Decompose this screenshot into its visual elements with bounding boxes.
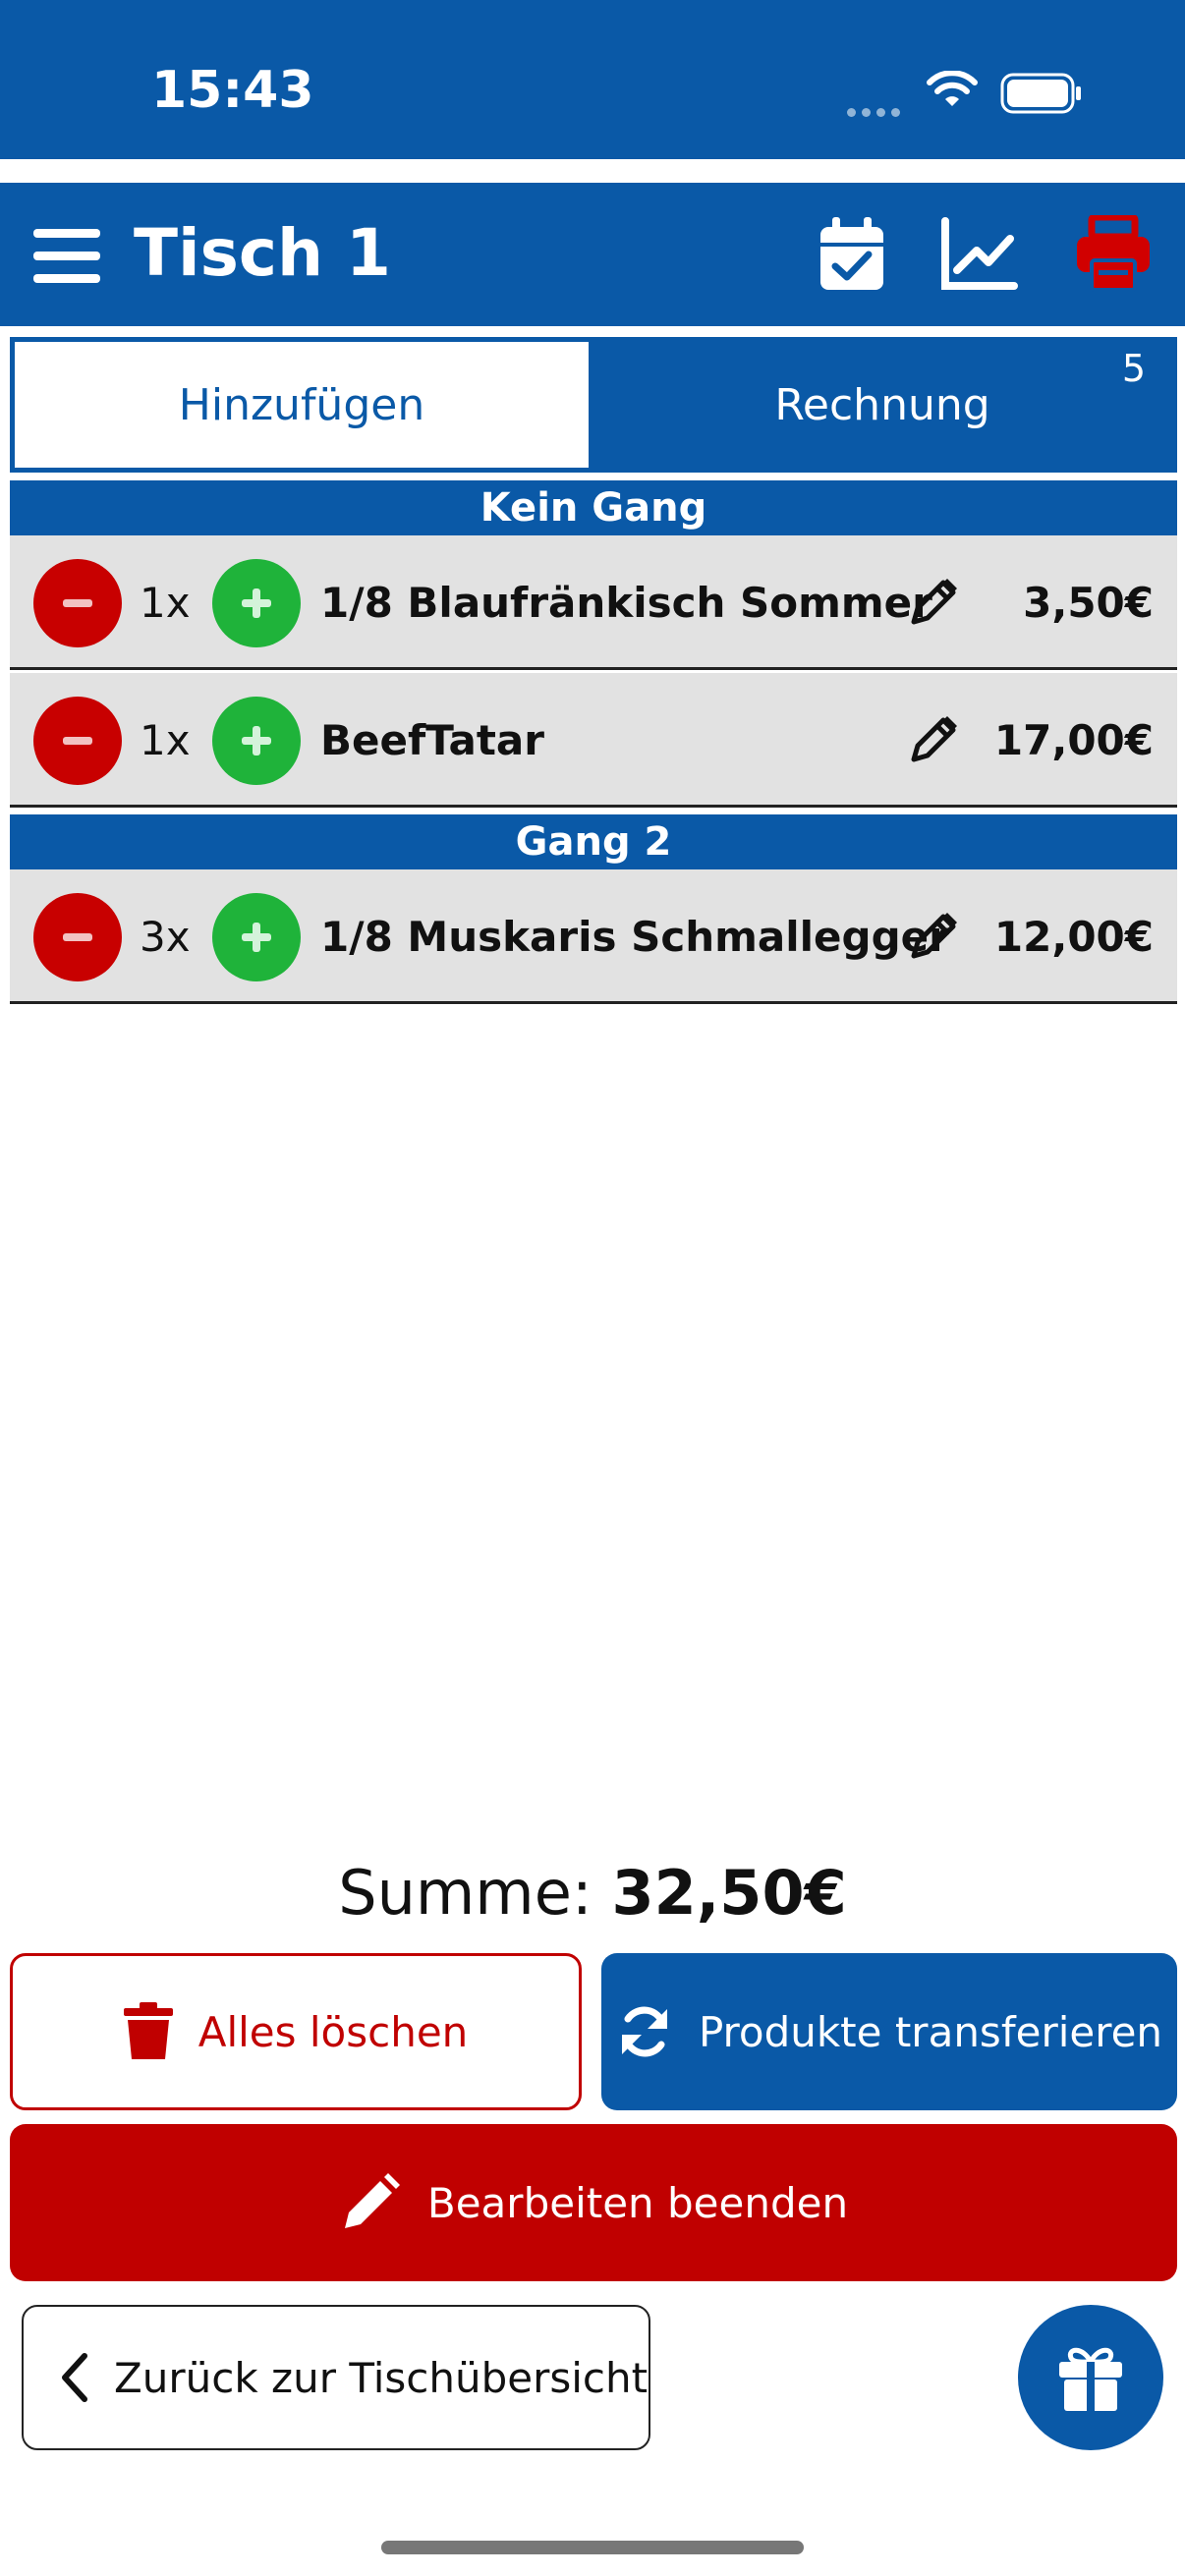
total-value: 32,50€ [611, 1857, 847, 1929]
decrease-button[interactable] [33, 697, 122, 785]
gift-button[interactable] [1018, 2305, 1163, 2450]
app-bar: Tisch 1 [0, 183, 1185, 326]
status-bar: 15:43 [0, 0, 1185, 159]
gift-icon [1059, 2347, 1122, 2411]
tab-bill[interactable]: Rechnung 5 [592, 341, 1173, 469]
order-item-row: 3x 1/8 Muskaris Schmallegger 12,00€ [10, 869, 1177, 1004]
minus-icon [63, 737, 92, 745]
minus-icon [63, 599, 92, 607]
item-price: 3,50€ [1023, 579, 1154, 627]
decrease-button[interactable] [33, 893, 122, 981]
increase-button[interactable] [212, 559, 301, 647]
chart-line-icon[interactable] [939, 215, 1018, 294]
pencil-icon[interactable] [906, 575, 961, 630]
item-quantity: 3x [140, 913, 191, 961]
pencil-icon[interactable] [906, 909, 961, 964]
pencil-icon[interactable] [906, 712, 961, 767]
calendar-check-icon[interactable] [818, 215, 886, 294]
transfer-products-button[interactable]: Produkte transferieren [601, 1953, 1177, 2110]
item-quantity: 1x [140, 716, 191, 764]
printer-icon[interactable] [1075, 215, 1152, 294]
section-header: Kein Gang [10, 480, 1177, 535]
tab-add[interactable]: Hinzufügen [14, 341, 590, 469]
decrease-button[interactable] [33, 559, 122, 647]
item-name: 1/8 Blaufränkisch Sommer [320, 579, 932, 627]
order-total: Summe: 32,50€ [0, 1857, 1185, 1929]
item-price: 17,00€ [993, 716, 1154, 764]
finish-editing-button[interactable]: Bearbeiten beenden [10, 2124, 1177, 2281]
section-header: Gang 2 [10, 814, 1177, 869]
chevron-left-icon [62, 2353, 87, 2402]
trash-icon [123, 2002, 173, 2059]
signal-icon [847, 102, 906, 121]
plus-icon [242, 588, 271, 618]
increase-button[interactable] [212, 893, 301, 981]
sync-icon [621, 2006, 667, 2057]
plus-icon [242, 726, 271, 756]
total-label: Summe: [338, 1857, 592, 1929]
delete-all-button[interactable]: Alles löschen [10, 1953, 582, 2110]
order-item-row: 1x 1/8 Blaufränkisch Sommer 3,50€ [10, 535, 1177, 670]
page-title: Tisch 1 [134, 215, 391, 291]
tab-badge: 5 [1121, 347, 1146, 390]
item-quantity: 1x [140, 579, 191, 627]
item-price: 12,00€ [993, 913, 1154, 961]
wifi-icon [927, 71, 978, 106]
item-name: 1/8 Muskaris Schmallegger [320, 913, 949, 961]
pencil-icon [344, 2173, 400, 2228]
plus-icon [242, 923, 271, 952]
increase-button[interactable] [212, 697, 301, 785]
status-time: 15:43 [151, 61, 314, 120]
minus-icon [63, 933, 92, 941]
menu-icon[interactable] [33, 227, 100, 286]
item-name: BeefTatar [320, 716, 544, 764]
back-to-tables-button[interactable]: Zurück zur Tischübersicht [22, 2305, 650, 2450]
home-indicator [381, 2541, 804, 2554]
battery-icon [1000, 73, 1081, 114]
tab-bar: Hinzufügen Rechnung 5 [10, 337, 1177, 473]
order-item-row: 1x BeefTatar 17,00€ [10, 673, 1177, 808]
